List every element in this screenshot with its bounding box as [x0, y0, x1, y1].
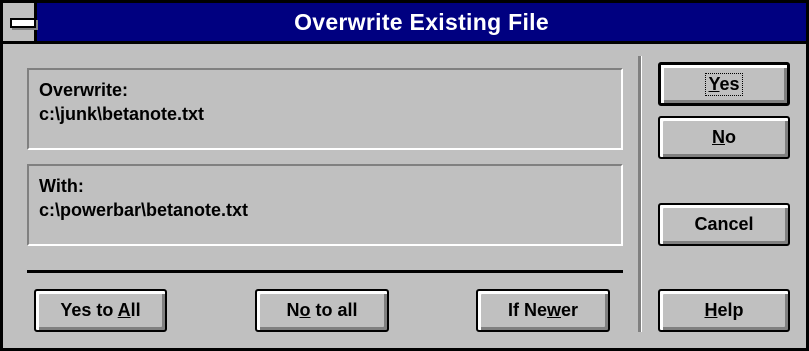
- help-button[interactable]: Help: [658, 289, 790, 332]
- with-label: With:: [39, 176, 84, 196]
- overwrite-label: Overwrite:: [39, 80, 129, 100]
- overwrite-path: c:\junk\betanote.txt: [39, 104, 205, 124]
- no-to-all-label: No to all: [286, 300, 358, 320]
- overwrite-dialog: Overwrite Existing File Overwrite: c:\ju…: [0, 0, 809, 351]
- no-label: No: [712, 127, 736, 147]
- no-to-all-button[interactable]: No to all: [255, 289, 389, 332]
- yes-label: Yes: [705, 72, 743, 96]
- system-menu-button[interactable]: [3, 3, 37, 41]
- with-path: c:\powerbar\betanote.txt: [39, 200, 249, 220]
- cancel-button[interactable]: Cancel: [658, 203, 790, 246]
- yes-to-all-button[interactable]: Yes to All: [34, 289, 167, 332]
- vertical-divider: [638, 56, 642, 332]
- cancel-label: Cancel: [694, 214, 754, 234]
- dialog-title: Overwrite Existing File: [294, 9, 549, 35]
- title-bar[interactable]: Overwrite Existing File: [3, 3, 806, 44]
- with-group: With: c:\powerbar\betanote.txt: [27, 164, 623, 246]
- dialog-body: Overwrite: c:\junk\betanote.txt With: c:…: [3, 44, 806, 348]
- help-label: Help: [704, 300, 744, 320]
- horizontal-divider: [27, 270, 623, 273]
- if-newer-button[interactable]: If Newer: [476, 289, 610, 332]
- overwrite-group: Overwrite: c:\junk\betanote.txt: [27, 68, 623, 150]
- yes-to-all-label: Yes to All: [60, 300, 141, 320]
- if-newer-label: If Newer: [507, 300, 579, 320]
- no-button[interactable]: No: [658, 116, 790, 159]
- system-menu-icon: [10, 18, 36, 28]
- yes-button[interactable]: Yes: [658, 62, 790, 106]
